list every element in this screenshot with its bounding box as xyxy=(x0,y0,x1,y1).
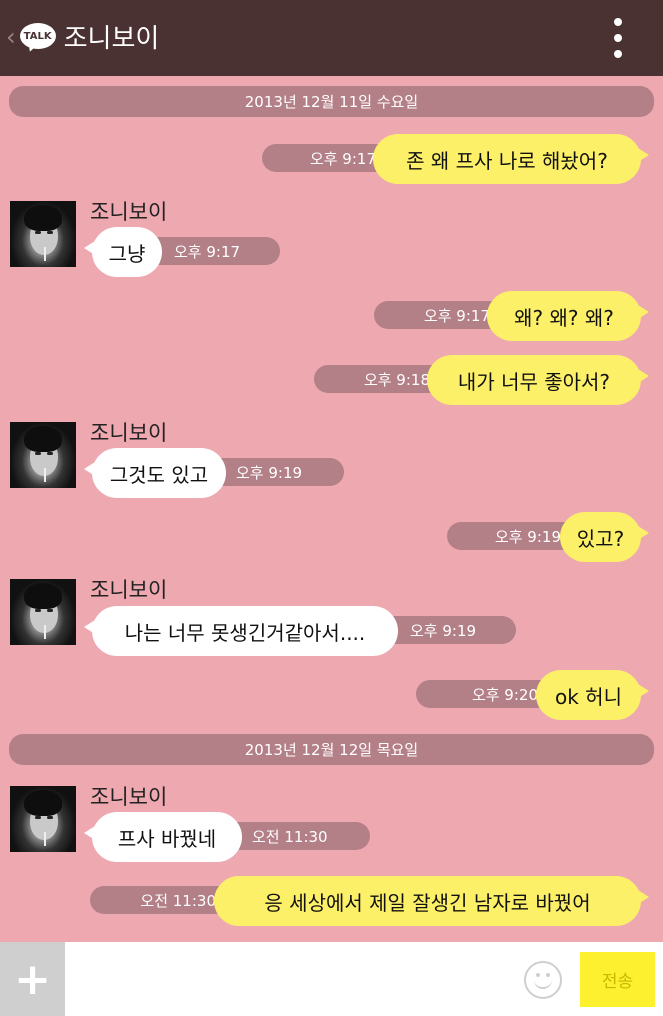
sender-name: 조니보이 xyxy=(90,785,168,809)
date-separator: 2013년 12월 12일 목요일 xyxy=(9,734,654,765)
outgoing-message[interactable]: 있고? xyxy=(560,512,649,562)
attach-plus-icon[interactable]: + xyxy=(0,942,65,1016)
outgoing-message[interactable]: 내가 너무 좋아서? xyxy=(427,355,649,405)
avatar[interactable] xyxy=(10,201,76,267)
avatar[interactable] xyxy=(10,786,76,852)
more-menu-icon[interactable] xyxy=(613,18,623,58)
message-timestamp: 오후 9:17 xyxy=(262,144,384,172)
outgoing-message[interactable]: 왜? 왜? 왜? xyxy=(487,291,649,341)
message-timestamp: 오후 9:19 xyxy=(386,616,516,644)
incoming-message[interactable]: 그냥 xyxy=(84,227,162,277)
talk-logo-text: TALK xyxy=(19,23,56,49)
chat-title: 조니보이 xyxy=(63,23,160,54)
message-timestamp: 오후 9:18 xyxy=(314,365,438,393)
outgoing-message[interactable]: ok 허니 xyxy=(536,670,649,720)
chat-header: ‹ TALK 조니보이 xyxy=(0,0,663,76)
outgoing-message[interactable]: 존 왜 프사 나로 해놨어? xyxy=(373,134,649,184)
emoticon-icon[interactable] xyxy=(524,961,562,999)
sender-name: 조니보이 xyxy=(90,578,168,602)
message-timestamp: 오후 9:17 xyxy=(374,301,498,329)
sender-name: 조니보이 xyxy=(90,200,168,224)
message-timestamp: 오후 9:20 xyxy=(416,680,546,708)
message-timestamp: 오후 9:19 xyxy=(447,522,569,550)
message-input[interactable] xyxy=(75,954,515,1004)
send-button[interactable]: 전송 xyxy=(580,952,655,1007)
avatar[interactable] xyxy=(10,422,76,488)
talk-logo-icon: TALK xyxy=(19,23,58,54)
message-timestamp: 오후 9:17 xyxy=(150,237,280,265)
message-composer: + 전송 xyxy=(0,942,663,1016)
incoming-message[interactable]: 그것도 있고 xyxy=(84,448,226,498)
back-icon[interactable]: ‹ xyxy=(6,23,16,51)
message-timestamp: 오후 9:19 xyxy=(212,458,344,486)
message-timestamp: 오전 11:30 xyxy=(228,822,370,850)
message-timestamp: 오전 11:30 xyxy=(90,886,224,914)
incoming-message[interactable]: 나는 너무 못생긴거같아서.... xyxy=(84,606,398,656)
incoming-message[interactable]: 프사 바꿨네 xyxy=(84,812,242,862)
sender-name: 조니보이 xyxy=(90,421,168,445)
outgoing-message[interactable]: 응 세상에서 제일 잘생긴 남자로 바꿨어 xyxy=(214,876,649,926)
date-separator: 2013년 12월 11일 수요일 xyxy=(9,86,654,117)
avatar[interactable] xyxy=(10,579,76,645)
